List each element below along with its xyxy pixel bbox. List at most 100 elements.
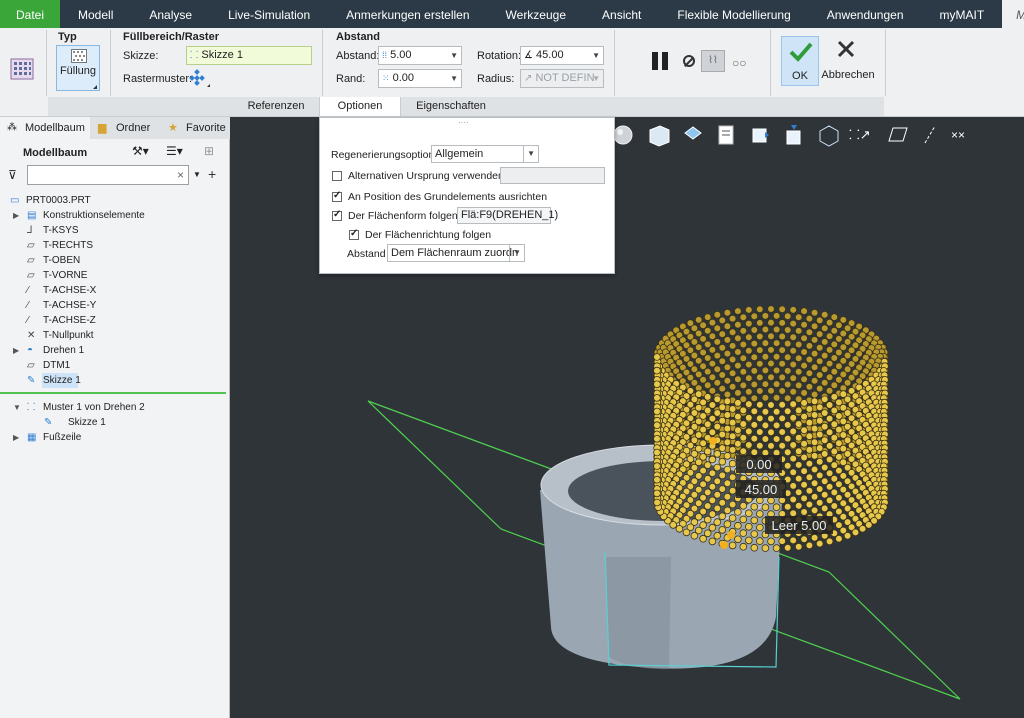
menu-datei[interactable]: Datei bbox=[0, 0, 61, 28]
tree-item[interactable]: ▼ ⸬ Muster 1 von Drehen 2 bbox=[0, 400, 226, 415]
pattern-bead bbox=[825, 359, 834, 368]
pattern-bead bbox=[778, 346, 786, 354]
tab-referenzen[interactable]: Referenzen bbox=[234, 97, 318, 116]
align-checkbox[interactable] bbox=[332, 190, 342, 202]
popup-abstand-select[interactable]: Dem Flächenraum zuordn ▼ bbox=[387, 244, 525, 262]
tab-ordner[interactable]: ▆ Ordner bbox=[92, 117, 160, 139]
rotation-field[interactable]: ∡ 45.00 ▼ bbox=[520, 46, 604, 65]
pattern-bead bbox=[728, 314, 737, 323]
expand-icon[interactable]: ▶ bbox=[13, 208, 19, 223]
pattern-bead bbox=[825, 332, 834, 341]
pattern-bead bbox=[783, 434, 792, 443]
skizze-field[interactable]: ⸬ Skizze 1 bbox=[186, 46, 312, 65]
drag-handle[interactable] bbox=[720, 541, 728, 549]
raster-pattern-icon[interactable] bbox=[188, 69, 210, 87]
tree-item[interactable]: ⁄ T-ACHSE-Y bbox=[0, 298, 226, 313]
pattern-bead bbox=[653, 498, 661, 507]
tree-item[interactable]: ✎ Skizze 1 bbox=[27, 373, 81, 388]
drag-handle[interactable] bbox=[709, 437, 717, 445]
filter-icon[interactable]: ⊽ bbox=[8, 168, 17, 182]
tree-item[interactable]: ✕ T-Nullpunkt bbox=[0, 328, 226, 343]
tree-item[interactable]: ▱ T-VORNE bbox=[0, 268, 226, 283]
cancel-button[interactable]: Abbrechen bbox=[820, 36, 876, 86]
drag-handle[interactable] bbox=[727, 531, 735, 539]
pattern-bead bbox=[734, 375, 742, 384]
tree-item[interactable]: ▶ ▤ Konstruktionselemente bbox=[0, 208, 226, 223]
menu-ansicht[interactable]: Ansicht bbox=[584, 0, 659, 28]
tab-modellbaum[interactable]: ⁂ Modellbaum bbox=[0, 117, 90, 139]
chevron-down-icon[interactable]: ▼ bbox=[592, 70, 600, 87]
pause-icon[interactable] bbox=[650, 52, 670, 70]
expand-icon[interactable]: ▶ bbox=[13, 343, 19, 358]
tree-item[interactable]: ▶ ▦ Fußzeile bbox=[0, 430, 226, 445]
chevron-down-icon[interactable]: ▼ bbox=[450, 47, 458, 64]
pattern-bead bbox=[820, 338, 829, 346]
chevron-down-icon[interactable]: ▼ bbox=[509, 245, 521, 261]
pattern-bead bbox=[739, 447, 748, 456]
tree-search-input[interactable]: × bbox=[27, 165, 189, 185]
add-icon[interactable]: + bbox=[208, 166, 216, 182]
no-preview-icon[interactable] bbox=[683, 55, 695, 67]
ok-button[interactable]: OK bbox=[781, 36, 819, 86]
pattern-bead bbox=[800, 426, 808, 435]
clear-icon[interactable]: × bbox=[177, 168, 184, 182]
menu-werkzeuge[interactable]: Werkzeuge bbox=[488, 0, 584, 28]
menu-anwendungen[interactable]: Anwendungen bbox=[809, 0, 922, 28]
popup-grip[interactable]: ···· bbox=[458, 118, 469, 127]
pattern-bead bbox=[734, 426, 742, 435]
abstand-field[interactable]: ⁞⁞ 5.00 ▼ bbox=[378, 46, 462, 65]
search-dropdown-icon[interactable]: ▼ bbox=[193, 170, 201, 179]
alt-origin-field[interactable] bbox=[500, 167, 605, 184]
menu-modell[interactable]: Modell bbox=[60, 0, 131, 28]
menu-mymait[interactable]: myMAIT bbox=[922, 0, 1003, 28]
pattern-bead bbox=[825, 442, 834, 450]
menu-muster[interactable]: Muster bbox=[1002, 0, 1024, 28]
tab-favoriten[interactable]: ★ Favorite bbox=[162, 117, 230, 139]
tab-optionen[interactable]: Optionen bbox=[319, 97, 401, 116]
tree-item[interactable]: ⁄ T-ACHSE-Z bbox=[0, 313, 226, 328]
regen-select[interactable]: Allgemein ▼ bbox=[431, 145, 539, 163]
tree-filter-icon[interactable]: ⊞ bbox=[204, 144, 214, 158]
menu-anmerkungen[interactable]: Anmerkungen erstellen bbox=[328, 0, 487, 28]
dimension-zero[interactable]: 0.00 bbox=[736, 455, 782, 473]
alt-origin-checkbox[interactable] bbox=[332, 171, 342, 181]
tree-item[interactable]: ▱ T-OBEN bbox=[0, 253, 226, 268]
follow-shape-ref[interactable]: Flä:F9(DREHEN_1) bbox=[457, 207, 558, 224]
tree-item[interactable]: ▱ T-RECHTS bbox=[0, 238, 226, 253]
pattern-tool-icon[interactable] bbox=[10, 56, 36, 82]
options-popup: ···· Regenerierungsoption Allgemein ▼ Al… bbox=[319, 117, 615, 274]
menu-live-simulation[interactable]: Live-Simulation bbox=[210, 0, 328, 28]
tab-eigenschaften[interactable]: Eigenschaften bbox=[401, 97, 501, 116]
pattern-bead bbox=[767, 428, 775, 437]
tree-item[interactable]: ✎ Skizze 1 bbox=[0, 415, 226, 430]
expand-icon[interactable]: ▶ bbox=[13, 430, 19, 445]
pattern-bead bbox=[810, 349, 819, 358]
verify-icon[interactable]: ⌇⌇ bbox=[701, 50, 725, 72]
dimension-spacing[interactable]: Leer 5.00 bbox=[765, 516, 833, 534]
follow-dir-checkbox[interactable] bbox=[349, 228, 359, 240]
menu-analyse[interactable]: Analyse bbox=[131, 0, 210, 28]
pattern-bead bbox=[783, 421, 792, 429]
chevron-down-icon[interactable]: ▼ bbox=[523, 146, 535, 162]
tree-item[interactable]: ⁄ T-ACHSE-X bbox=[0, 283, 226, 298]
tree-item[interactable]: ▱ DTM1 bbox=[0, 358, 226, 373]
pattern-bead bbox=[713, 365, 722, 374]
tree-view-icon[interactable]: ☰▾ bbox=[166, 144, 183, 158]
chevron-down-icon[interactable]: ▼ bbox=[450, 70, 458, 87]
rand-field[interactable]: ⁙ 0.00 ▼ bbox=[378, 69, 462, 88]
pattern-bead bbox=[761, 393, 770, 402]
collapse-icon[interactable]: ▼ bbox=[13, 400, 21, 415]
tree-item[interactable]: ▭ PRT0003.PRT bbox=[0, 193, 226, 208]
radius-field[interactable]: ↗ NOT DEFIN ▼ bbox=[520, 69, 604, 88]
glasses-icon[interactable]: ○○ bbox=[732, 56, 756, 70]
tree-settings-icon[interactable]: ⚒▾ bbox=[132, 144, 149, 158]
pattern-bead bbox=[805, 446, 814, 454]
tree-item[interactable]: ▶ ◓ Drehen 1 bbox=[0, 343, 226, 358]
dimension-angle[interactable]: 45.00 bbox=[736, 480, 786, 498]
fill-type-button[interactable]: Füllung bbox=[56, 45, 100, 91]
pattern-bead bbox=[820, 422, 829, 431]
tree-item[interactable]: ⅃ T-KSYS bbox=[0, 223, 226, 238]
chevron-down-icon[interactable]: ▼ bbox=[592, 47, 600, 64]
menu-flexible-modellierung[interactable]: Flexible Modellierung bbox=[659, 0, 808, 28]
follow-shape-checkbox[interactable] bbox=[332, 209, 342, 221]
